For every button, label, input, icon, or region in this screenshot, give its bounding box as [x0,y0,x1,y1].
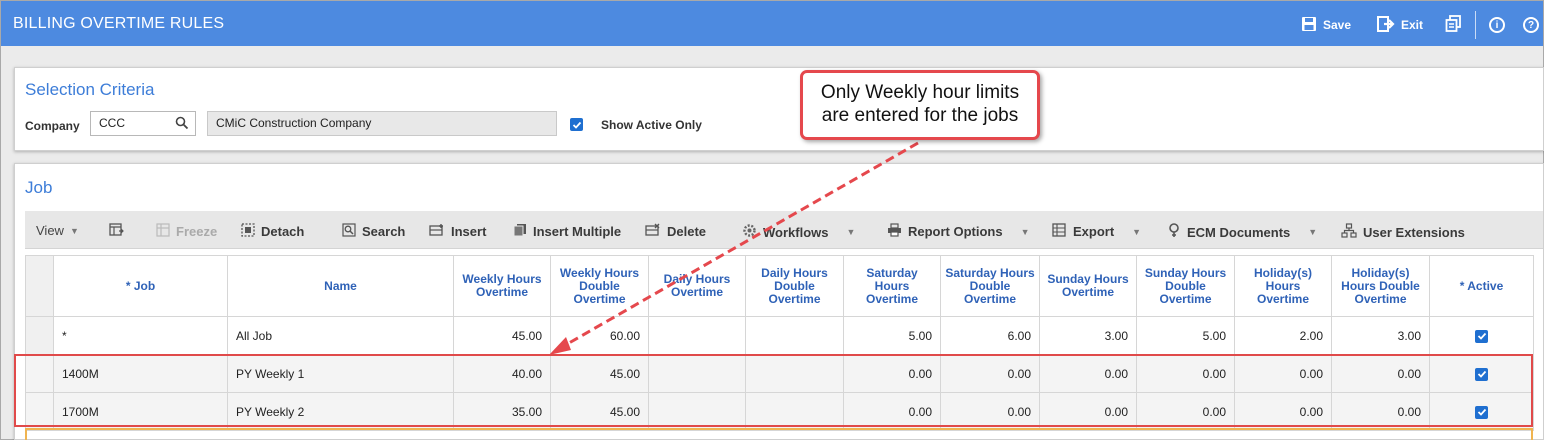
callout-arrow [549,141,919,355]
callout-line-2: are entered for the jobs [821,105,1019,126]
callout-line-1: Only Weekly hour limits [820,82,1020,103]
annotation-callout: Only Weekly hour limits are entered for … [800,70,1040,140]
